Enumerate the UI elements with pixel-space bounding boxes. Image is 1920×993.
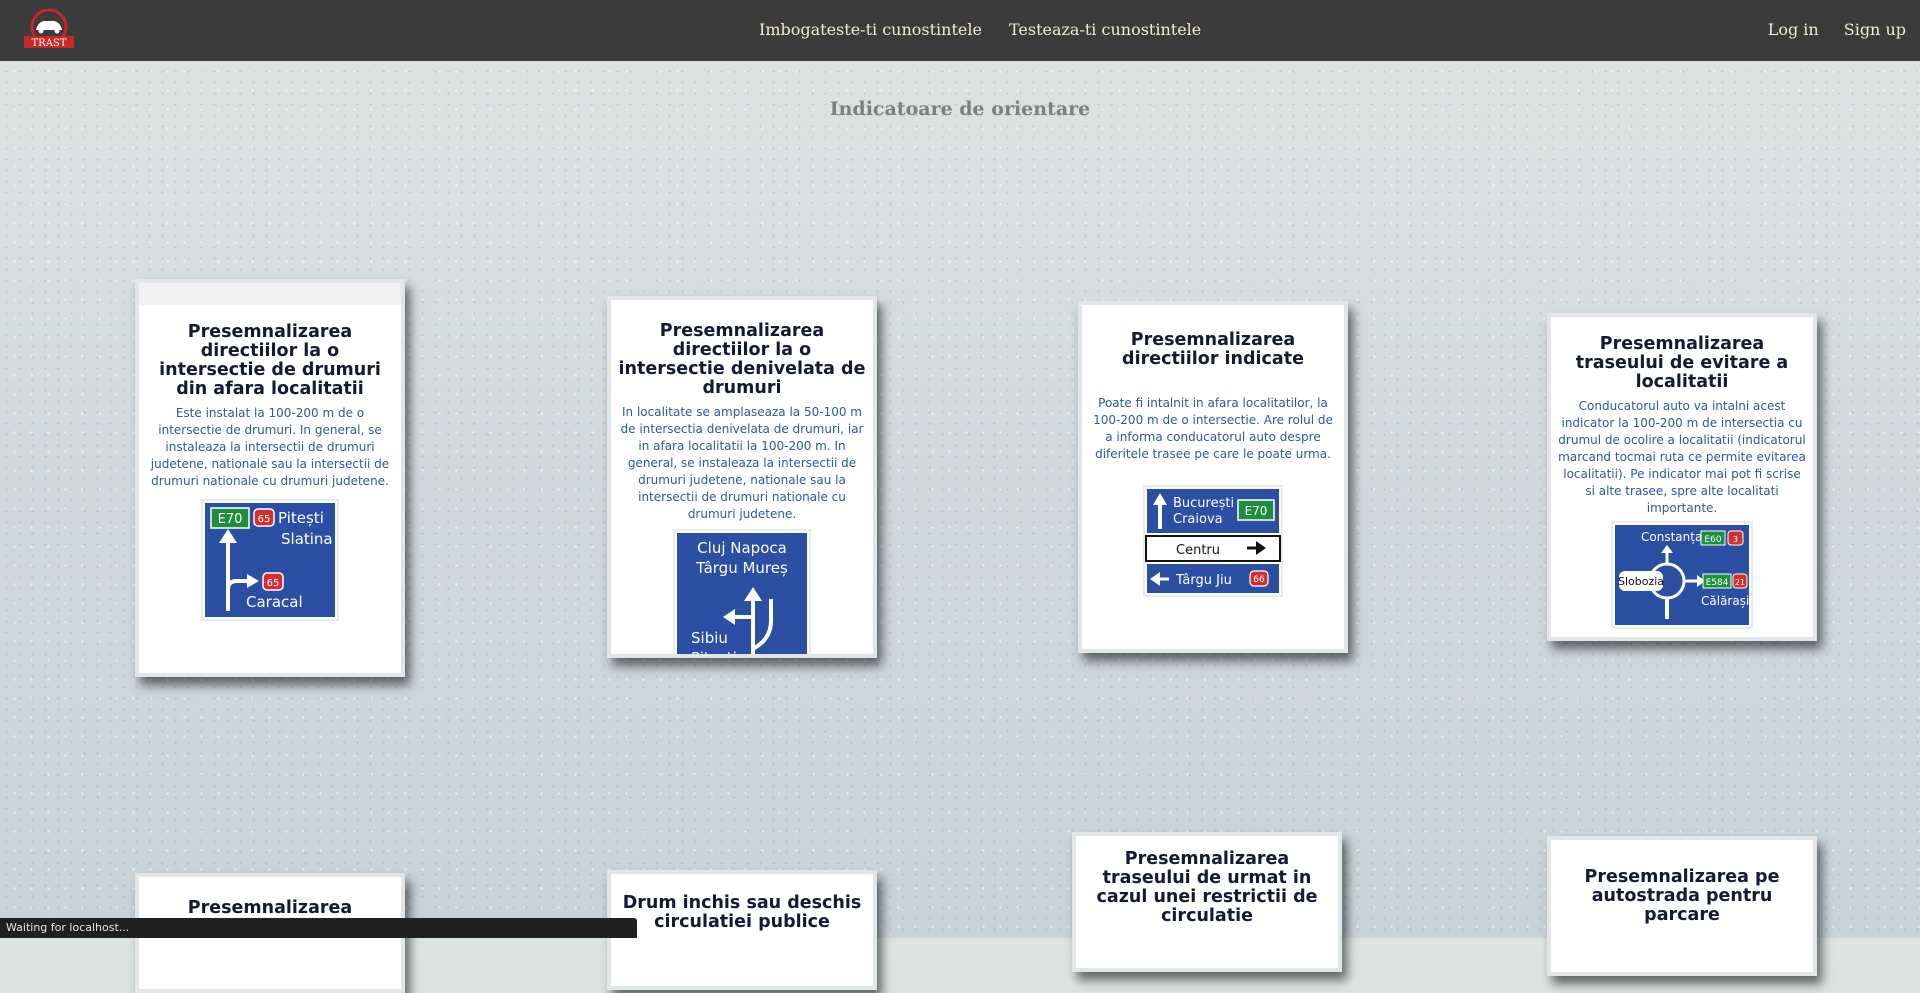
sign-card[interactable]: Drum inchis sau deschis circulatiei publ… [607, 870, 877, 990]
navbar: TRAST Imbogateste-ti cunostintele Testea… [0, 0, 1920, 61]
grade-separated-intersection-sign-icon: Cluj Napoca Târgu Mureș Sibiu Pitești [673, 529, 811, 658]
svg-text:Sibiu: Sibiu [691, 629, 728, 647]
card-title: Presemnalizarea traseului de urmat in ca… [1096, 849, 1318, 926]
sign-card[interactable]: Presemnalizarea directiilor indicate Poa… [1078, 301, 1348, 653]
logo-text: TRAST [32, 38, 67, 49]
sign-card[interactable]: Presemnalizarea traseului de evitare a l… [1547, 313, 1817, 641]
page-title: Indicatoare de orientare [829, 98, 1091, 120]
card-title: Presemnalizarea directiilor indicate [1122, 330, 1304, 369]
login-link[interactable]: Log in [1768, 20, 1819, 39]
svg-text:Pitești: Pitești [278, 509, 324, 527]
card-description: Conducatorul auto va intalni acest indic… [1558, 399, 1806, 515]
svg-text:E584: E584 [1706, 578, 1729, 588]
bypass-route-sign-icon: Constanța E60 3 Slobozia E584 21 Călăraș… [1611, 521, 1753, 629]
card-title: Presemnalizarea pe autostrada pentru par… [1584, 867, 1780, 925]
svg-text:Târgu Mureș: Târgu Mureș [695, 559, 788, 577]
svg-text:Constanța: Constanța [1641, 530, 1702, 544]
card-title: Drum inchis sau deschis circulatiei publ… [622, 893, 862, 932]
svg-text:3: 3 [1733, 535, 1738, 544]
card-title: Presemnalizarea directiilor la o interse… [159, 322, 381, 399]
svg-text:Caracal: Caracal [246, 593, 303, 611]
nav-center-links: Imbogateste-ti cunostintele Testeaza-ti … [759, 20, 1201, 39]
svg-text:Călărași: Călărași [1701, 594, 1749, 608]
svg-text:E70: E70 [1245, 504, 1268, 518]
card-title: Presemnalizarea directiilor la o interse… [618, 321, 866, 398]
svg-text:Pitești: Pitești [691, 649, 737, 658]
car-logo-icon[interactable]: TRAST [22, 8, 76, 52]
nav-link-test[interactable]: Testeaza-ti cunostintele [1009, 20, 1201, 39]
sign-card[interactable]: Presemnalizarea traseului de urmat in ca… [1072, 832, 1342, 972]
svg-text:Craiova: Craiova [1173, 512, 1223, 527]
nav-auth-links: Log in Sign up [1768, 20, 1906, 39]
svg-text:Centru: Centru [1176, 543, 1220, 558]
sign-card[interactable]: Presemnalizarea pe autostrada pentru par… [1547, 836, 1817, 976]
indicated-directions-sign-icon: București Craiova E70 Centru Târgu Jiu 6… [1143, 485, 1283, 597]
card-description: In localitate se amplaseaza la 50-100 m … [620, 405, 864, 521]
svg-text:21: 21 [1735, 578, 1745, 587]
card-top-band [139, 283, 401, 305]
svg-text:Slobozia: Slobozia [1618, 575, 1664, 588]
card-title: Presemnalizarea traseului de evitare a l… [1575, 334, 1789, 392]
browser-status-bar: Waiting for localhost... [0, 918, 637, 938]
sign-card[interactable]: Presemnalizarea directiilor la o interse… [135, 279, 405, 677]
nav-link-learn[interactable]: Imbogateste-ti cunostintele [759, 20, 982, 39]
signup-link[interactable]: Sign up [1844, 20, 1906, 39]
svg-text:66: 66 [1253, 575, 1265, 585]
svg-text:65: 65 [267, 578, 280, 589]
intersection-presignal-sign-icon: E70 65 Pitești Slatina 65 Caracal [201, 499, 339, 621]
svg-text:Slatina: Slatina [281, 530, 333, 548]
svg-text:E70: E70 [218, 512, 243, 527]
sign-card[interactable]: Presemnalizarea directiilor la o interse… [607, 296, 877, 658]
svg-text:București: București [1173, 496, 1234, 511]
svg-text:E60: E60 [1704, 535, 1721, 545]
svg-text:Târgu Jiu: Târgu Jiu [1175, 573, 1232, 588]
card-description: Poate fi intalnit in afara localitatilor… [1093, 396, 1333, 461]
svg-text:65: 65 [258, 514, 271, 525]
card-description: Este instalat la 100-200 m de o intersec… [150, 406, 390, 488]
svg-text:Cluj Napoca: Cluj Napoca [697, 539, 787, 557]
